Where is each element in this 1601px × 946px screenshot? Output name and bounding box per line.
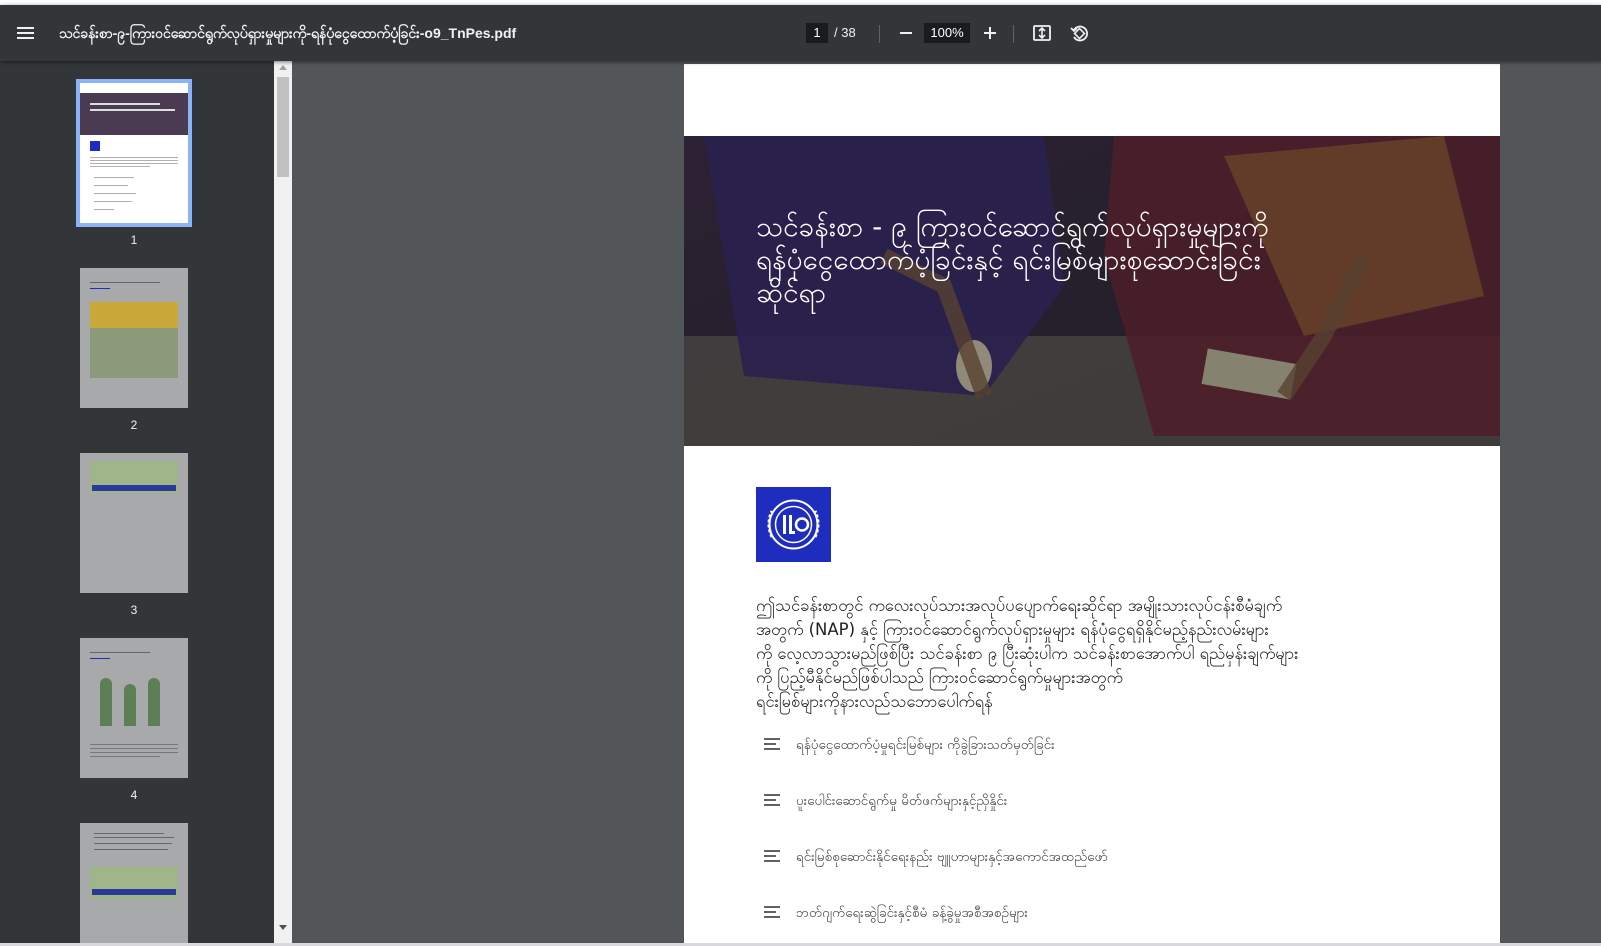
thumbnail-sidebar: 1 2 3 4 5 — [0, 61, 274, 946]
text-lines-icon — [764, 794, 780, 808]
intro-line: အတွက် (NAP) နှင့် ကြားဝင်ဆောင်ရွက်လုပ်ရှ… — [756, 620, 1269, 639]
thumbnail-label: 4 — [130, 788, 138, 802]
thumb-banner-bar — [92, 889, 176, 895]
thumb-figure — [100, 678, 112, 726]
hero-photo: သင်ခန်းစာ - ၉ ကြားဝင်ဆောင်ရွက်လုပ်ရှားမှ… — [684, 136, 1500, 446]
thumb-illustration-scene — [90, 328, 178, 378]
hero-title-line: ရန်ပုံငွေထောက်ပံ့ခြင်းနှင့် ရင်းမြစ်များ… — [756, 243, 1261, 276]
page-number-input[interactable]: 1 — [806, 23, 828, 43]
toc-item-label: ဘတ်ဂျက်ရေးဆွဲခြင်းနှင့်စီမံ ခန့်ခွဲမှုအစ… — [796, 905, 1028, 921]
toolbar-divider — [1013, 25, 1014, 43]
hero-title-line: သင်ခန်းစာ - ၉ ကြားဝင်ဆောင်ရွက်လုပ်ရှားမှ… — [756, 210, 1269, 243]
hero-title-line: ဆိုင်ရာ — [756, 276, 827, 309]
page-thumbnail-5[interactable] — [80, 823, 188, 946]
zoom-in-button[interactable] — [979, 22, 1001, 44]
intro-line: ကို လေ့လာသွားမည်ဖြစ်ပြီး သင်ခန်းစာ ၉ ပြီ… — [756, 644, 1299, 663]
intro-line: ကို ပြည့်မီနိုင်မည်ဖြစ်ပါသည် ကြားဝင်ဆောင… — [756, 668, 1123, 687]
toc-item[interactable]: ရင်းမြစ်စုဆောင်းနိုင်ရေးနည်း ဗျူဟာများနှ… — [756, 846, 1396, 870]
thumb-hero-image — [80, 93, 188, 135]
thumbnail-label: 1 — [130, 233, 138, 247]
page-thumbnail-3[interactable] — [80, 453, 188, 593]
ilo-logo — [756, 487, 831, 562]
thumb-logo — [90, 141, 100, 151]
page-thumbnail-4[interactable] — [80, 638, 188, 778]
toc-item-label: ပူးပေါင်းဆောင်ရွက်မှု မိတ်ဖက်များနှင့်ညှ… — [796, 793, 1008, 809]
thumbnail-label: 2 — [130, 418, 138, 432]
fit-to-page-icon — [1033, 25, 1051, 41]
document-title: သင်ခန်းစာ-၉-ကြားဝင်ဆောင်ရွက်လုပ်ရှားမှုမ… — [59, 25, 517, 41]
rotate-icon — [1070, 25, 1088, 42]
pdf-toolbar: သင်ခန်းစာ-၉-ကြားဝင်ဆောင်ရွက်လုပ်ရှားမှုမ… — [0, 5, 1601, 61]
text-lines-icon — [764, 906, 780, 920]
toc-item[interactable]: ဘတ်ဂျက်ရေးဆွဲခြင်းနှင့်စီမံ ခန့်ခွဲမှုအစ… — [756, 902, 1396, 926]
hamburger-icon[interactable] — [14, 21, 38, 45]
ilo-emblem-icon — [767, 499, 820, 550]
toc-item[interactable]: ရန်ပုံငွေထောက်ပံ့မှုရင်းမြစ်များ ကိုခွဲခ… — [756, 734, 1396, 758]
toolbar-divider — [879, 25, 880, 43]
thumbnail-label: 3 — [130, 603, 138, 617]
thumb-figure — [148, 678, 160, 726]
rotate-button[interactable] — [1068, 22, 1090, 44]
intro-line: ဤသင်ခန်းစာတွင် ကလေးလုပ်သားအလုပ်ပပျောက်ရေ… — [756, 596, 1282, 615]
hero-title: သင်ခန်းစာ - ၉ ကြားဝင်ဆောင်ရွက်လုပ်ရှားမှ… — [756, 210, 1396, 309]
scroll-down-arrow-icon[interactable] — [279, 925, 287, 930]
zoom-level-input[interactable]: 100% — [924, 23, 970, 43]
page-thumbnail-2[interactable] — [80, 268, 188, 408]
scrollbar-thumb[interactable] — [277, 77, 289, 177]
page-thumbnail-1[interactable] — [76, 79, 192, 227]
pdf-page: သင်ခန်းစာ - ၉ ကြားဝင်ဆောင်ရွက်လုပ်ရှားမှ… — [684, 64, 1500, 946]
toc-item-label: ရင်းမြစ်စုဆောင်းနိုင်ရေးနည်း ဗျူဟာများနှ… — [796, 849, 1108, 865]
thumb-figure — [124, 684, 136, 726]
sidebar-scrollbar[interactable] — [274, 61, 292, 946]
scroll-up-arrow-icon[interactable] — [279, 65, 287, 70]
page-total: / 38 — [834, 25, 856, 40]
text-lines-icon — [764, 738, 780, 752]
intro-line: ရင်းမြစ်များကိုနားလည်သဘောပေါက်ရန် — [756, 692, 993, 711]
toc-item[interactable]: ပူးပေါင်းဆောင်ရွက်မှု မိတ်ဖက်များနှင့်ညှ… — [756, 790, 1396, 814]
toc-item-label: ရန်ပုံငွေထောက်ပံ့မှုရင်းမြစ်များ ကိုခွဲခ… — [796, 737, 1055, 753]
zoom-out-button[interactable] — [895, 22, 917, 44]
text-lines-icon — [764, 850, 780, 864]
intro-paragraph: ဤသင်ခန်းစာတွင် ကလေးလုပ်သားအလုပ်ပပျောက်ရေ… — [756, 594, 1416, 714]
fit-to-page-button[interactable] — [1031, 22, 1053, 44]
thumb-banner-bar — [92, 485, 176, 491]
